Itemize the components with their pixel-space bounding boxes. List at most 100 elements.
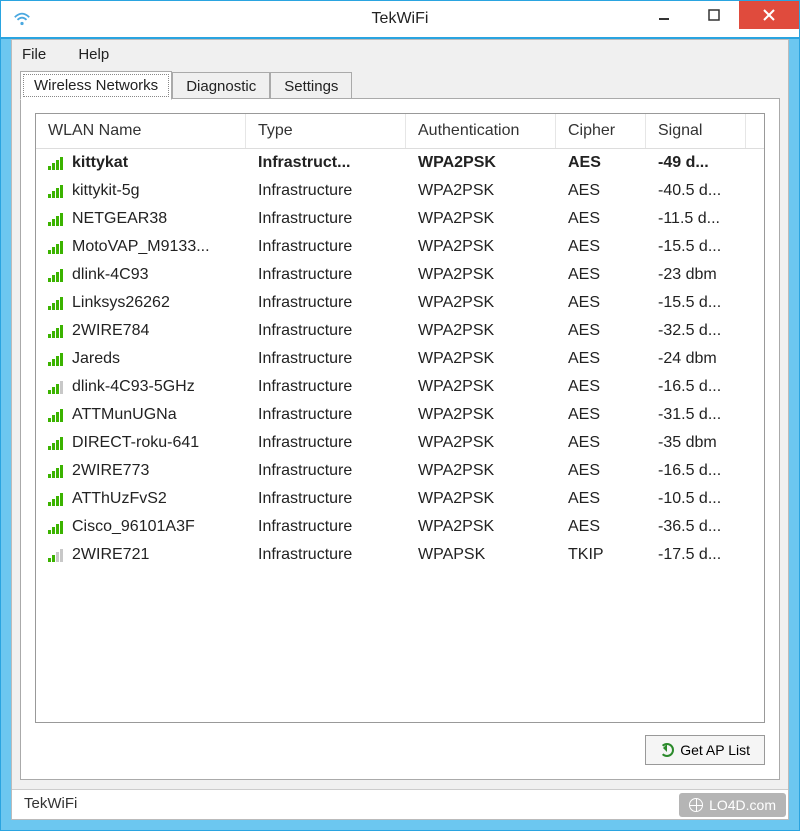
- get-ap-list-button[interactable]: Get AP List: [645, 735, 765, 765]
- cell-cipher: AES: [556, 404, 646, 426]
- network-row[interactable]: ATTMunUGNaInfrastructureWPA2PSKAES-31.5 …: [36, 401, 764, 429]
- inner-frame: File Help Wireless Networks Diagnostic Set…: [11, 39, 789, 820]
- network-row[interactable]: JaredsInfrastructureWPA2PSKAES-24 dbm: [36, 345, 764, 373]
- cell-cipher: AES: [556, 292, 646, 314]
- column-type[interactable]: Type: [246, 114, 406, 148]
- network-name: Jareds: [72, 350, 120, 368]
- tabbar: Wireless Networks Diagnostic Settings: [12, 67, 788, 99]
- column-auth[interactable]: Authentication: [406, 114, 556, 148]
- cell-name: MotoVAP_M9133...: [36, 236, 246, 258]
- signal-bars-icon: [48, 240, 66, 254]
- cell-auth: WPA2PSK: [406, 180, 556, 202]
- window-controls: [639, 1, 799, 31]
- cell-cipher: AES: [556, 264, 646, 286]
- network-row[interactable]: 2WIRE773InfrastructureWPA2PSKAES-16.5 d.…: [36, 457, 764, 485]
- network-row[interactable]: dlink-4C93-5GHzInfrastructureWPA2PSKAES-…: [36, 373, 764, 401]
- cell-name: dlink-4C93-5GHz: [36, 376, 246, 398]
- cell-type: Infrastructure: [246, 460, 406, 482]
- tab-settings[interactable]: Settings: [270, 72, 352, 100]
- cell-auth: WPA2PSK: [406, 460, 556, 482]
- cell-cipher: AES: [556, 432, 646, 454]
- tab-label: Wireless Networks: [34, 77, 158, 94]
- button-row: Get AP List: [35, 735, 765, 765]
- cell-cipher: AES: [556, 320, 646, 342]
- network-row[interactable]: MotoVAP_M9133... InfrastructureWPA2PSKAES…: [36, 233, 764, 261]
- network-name: NETGEAR38: [72, 210, 167, 228]
- signal-bars-icon: [48, 268, 66, 282]
- tab-diagnostic[interactable]: Diagnostic: [172, 72, 270, 100]
- cell-signal: -49 d...: [646, 152, 746, 174]
- network-name: kittykit-5g: [72, 182, 140, 200]
- network-row[interactable]: dlink-4C93InfrastructureWPA2PSKAES-23 db…: [36, 261, 764, 289]
- signal-bars-icon: [48, 212, 66, 226]
- tab-label: Settings: [284, 78, 338, 95]
- network-name: dlink-4C93-5GHz: [72, 378, 195, 396]
- menu-help[interactable]: Help: [78, 46, 109, 63]
- network-row[interactable]: Cisco_96101A3FInfrastructureWPA2PSKAES-3…: [36, 513, 764, 541]
- cell-name: Jareds: [36, 348, 246, 370]
- cell-cipher: AES: [556, 152, 646, 174]
- cell-type: Infrastructure: [246, 544, 406, 566]
- cell-auth: WPA2PSK: [406, 432, 556, 454]
- cell-signal: -36.5 d...: [646, 516, 746, 538]
- cell-name: dlink-4C93: [36, 264, 246, 286]
- network-row[interactable]: ATThUzFvS2InfrastructureWPA2PSKAES-10.5 …: [36, 485, 764, 513]
- cell-auth: WPA2PSK: [406, 488, 556, 510]
- cell-cipher: AES: [556, 180, 646, 202]
- cell-auth: WPA2PSK: [406, 236, 556, 258]
- cell-signal: -24 dbm: [646, 348, 746, 370]
- cell-cipher: AES: [556, 460, 646, 482]
- cell-name: 2WIRE721: [36, 544, 246, 566]
- network-row[interactable]: 2WIRE721InfrastructureWPAPSKTKIP-17.5 d.…: [36, 541, 764, 569]
- minimize-button[interactable]: [639, 1, 689, 29]
- network-row[interactable]: 2WIRE784InfrastructureWPA2PSKAES-32.5 d.…: [36, 317, 764, 345]
- cell-name: DIRECT-roku-641: [36, 432, 246, 454]
- cell-name: kittykit-5g: [36, 180, 246, 202]
- cell-signal: -40.5 d...: [646, 180, 746, 202]
- list-body: kittykatInfrastruct...WPA2PSKAES-49 d...…: [36, 149, 764, 722]
- network-row[interactable]: kittykit-5g InfrastructureWPA2PSKAES-40.5…: [36, 177, 764, 205]
- cell-signal: -17.5 d...: [646, 544, 746, 566]
- cell-type: Infrastructure: [246, 320, 406, 342]
- network-name: Cisco_96101A3F: [72, 518, 195, 536]
- cell-type: Infrastructure: [246, 376, 406, 398]
- network-name: MotoVAP_M9133...: [72, 238, 210, 256]
- cell-signal: -31.5 d...: [646, 404, 746, 426]
- maximize-button[interactable]: [689, 1, 739, 29]
- cell-auth: WPA2PSK: [406, 292, 556, 314]
- network-row[interactable]: DIRECT-roku-641InfrastructureWPA2PSKAES-…: [36, 429, 764, 457]
- cell-cipher: TKIP: [556, 544, 646, 566]
- close-button[interactable]: [739, 1, 799, 29]
- cell-auth: WPA2PSK: [406, 348, 556, 370]
- list-header: WLAN Name Type Authentication Cipher Sig…: [36, 114, 764, 149]
- cell-auth: WPA2PSK: [406, 320, 556, 342]
- cell-cipher: AES: [556, 348, 646, 370]
- cell-name: 2WIRE784: [36, 320, 246, 342]
- cell-name: ATThUzFvS2: [36, 488, 246, 510]
- signal-bars-icon: [48, 436, 66, 450]
- cell-auth: WPA2PSK: [406, 376, 556, 398]
- column-wlan-name[interactable]: WLAN Name: [36, 114, 246, 148]
- column-signal[interactable]: Signal: [646, 114, 746, 148]
- cell-type: Infrastructure: [246, 292, 406, 314]
- tab-wireless-networks[interactable]: Wireless Networks: [20, 71, 172, 100]
- signal-bars-icon: [48, 492, 66, 506]
- cell-cipher: AES: [556, 236, 646, 258]
- cell-type: Infrastructure: [246, 236, 406, 258]
- cell-name: Cisco_96101A3F: [36, 516, 246, 538]
- cell-signal: -35 dbm: [646, 432, 746, 454]
- network-row[interactable]: NETGEAR38InfrastructureWPA2PSKAES-11.5 d…: [36, 205, 764, 233]
- cell-type: Infrastructure: [246, 180, 406, 202]
- cell-signal: -16.5 d...: [646, 460, 746, 482]
- menu-file[interactable]: File: [22, 46, 46, 63]
- tab-page-wireless: WLAN Name Type Authentication Cipher Sig…: [20, 98, 780, 780]
- network-row[interactable]: Linksys26262InfrastructureWPA2PSKAES-15.…: [36, 289, 764, 317]
- cell-type: Infrastructure: [246, 488, 406, 510]
- network-row[interactable]: kittykatInfrastruct...WPA2PSKAES-49 d...: [36, 149, 764, 177]
- column-cipher[interactable]: Cipher: [556, 114, 646, 148]
- cell-signal: -11.5 d...: [646, 208, 746, 230]
- cell-signal: -16.5 d...: [646, 376, 746, 398]
- cell-type: Infrastruct...: [246, 152, 406, 174]
- network-list[interactable]: WLAN Name Type Authentication Cipher Sig…: [35, 113, 765, 723]
- app-icon: [11, 8, 33, 30]
